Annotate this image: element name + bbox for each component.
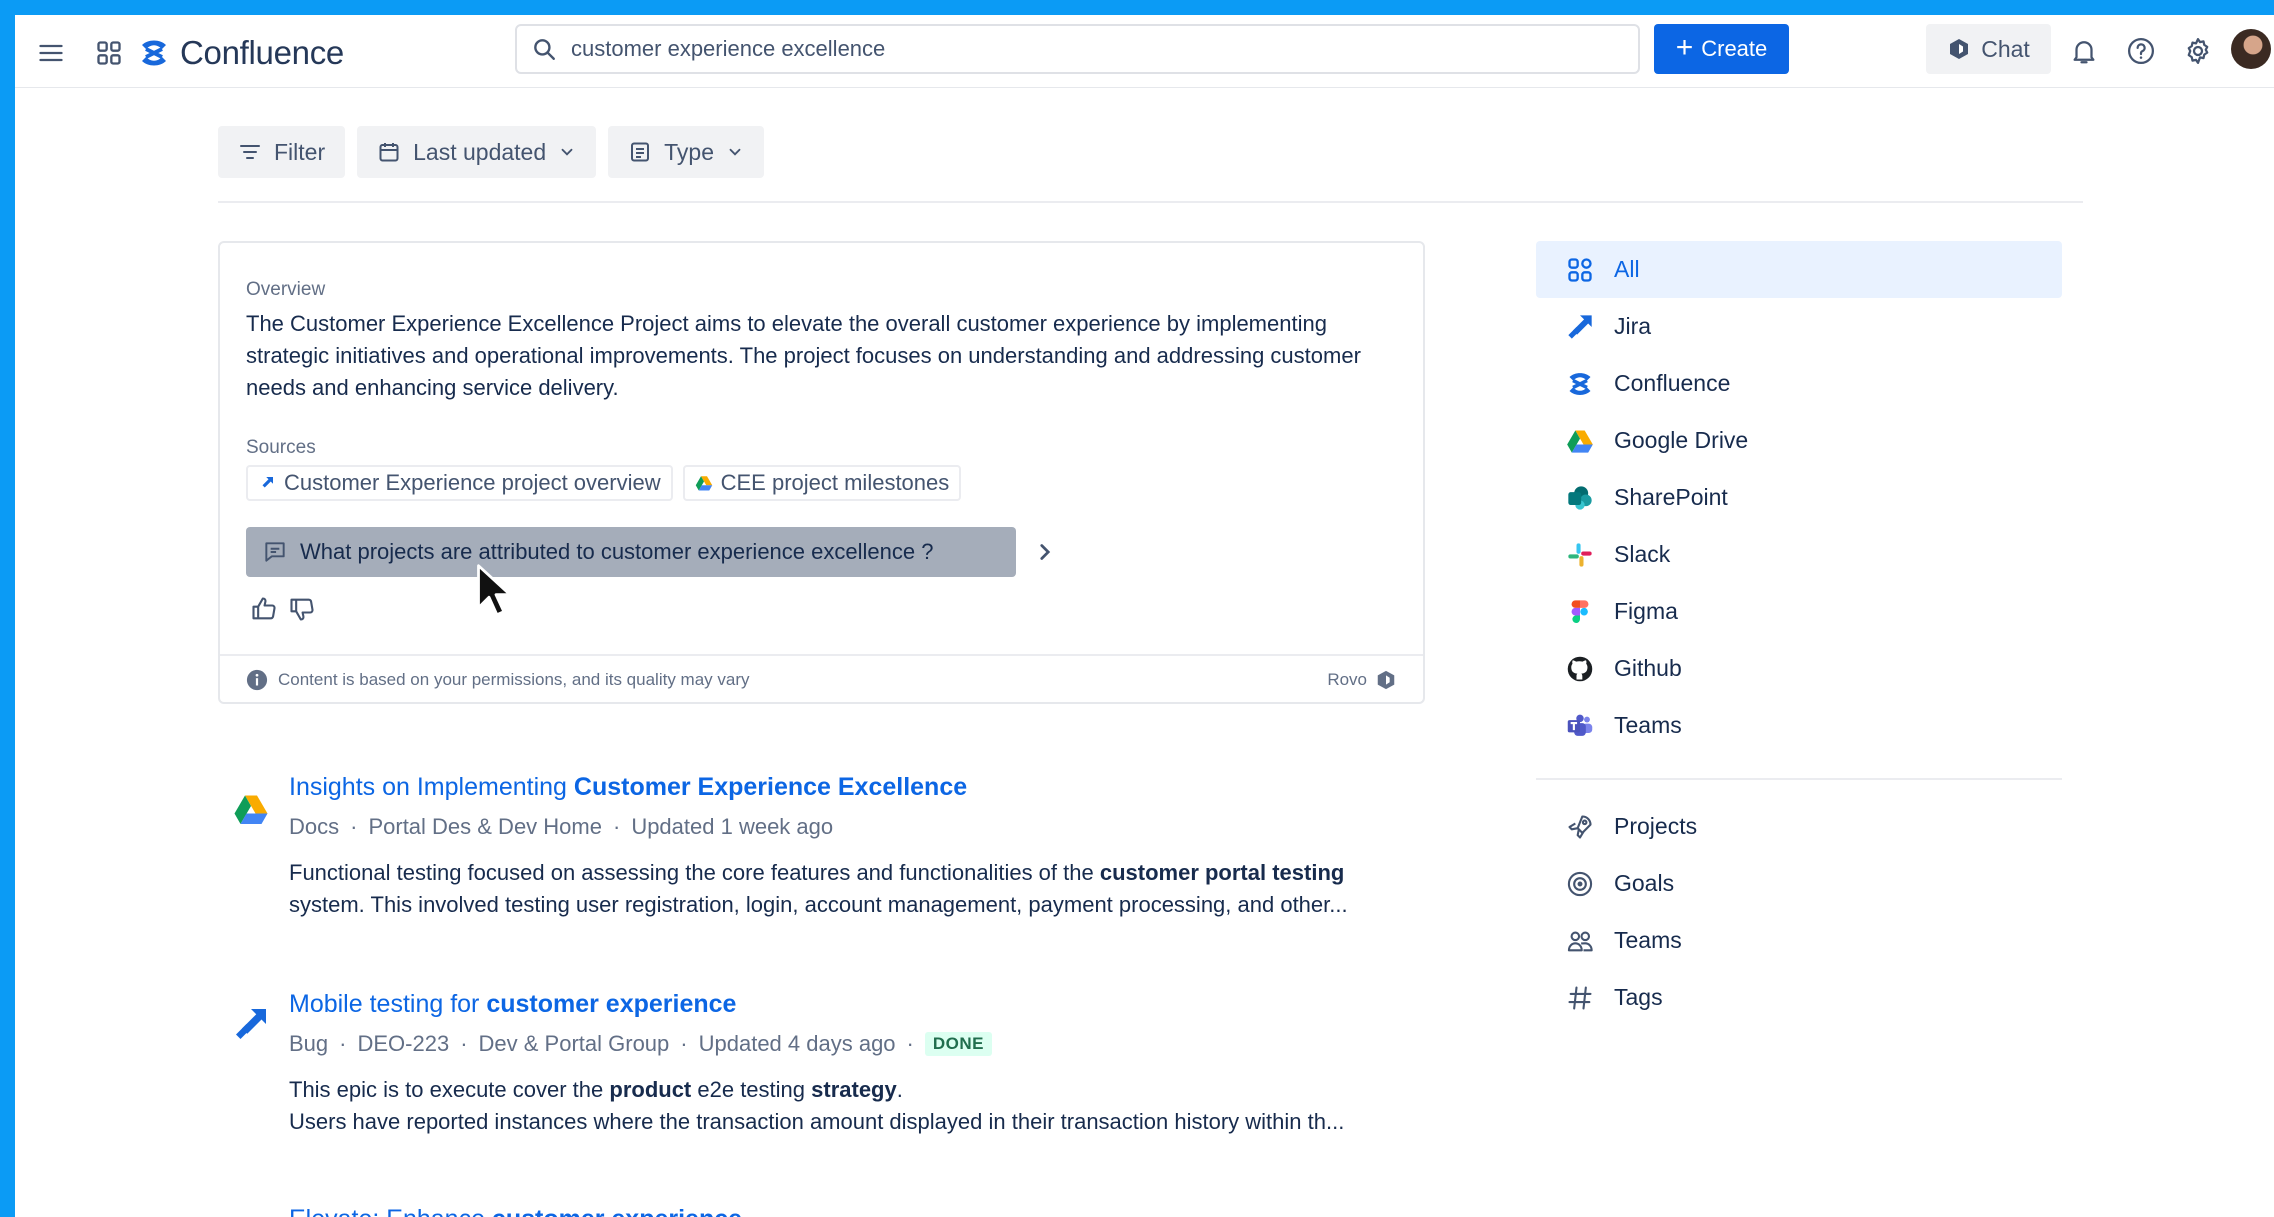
sidebar-item-figma[interactable]: Figma [1536, 583, 2062, 640]
jira-icon [1568, 314, 1592, 339]
jira-icon [236, 1009, 266, 1039]
target-icon [1567, 871, 1593, 896]
sidebar-divider [1536, 778, 2062, 780]
figma-icon [1571, 599, 1589, 623]
all-apps-icon [1568, 257, 1592, 282]
search-result: Mobile testing for customer experience B… [233, 990, 1433, 1150]
rovo-attribution: Rovo [1327, 669, 1397, 691]
sharepoint-icon [1568, 485, 1592, 510]
rovo-icon [1950, 39, 1969, 59]
search-result: Insights on Implementing Customer Experi… [233, 773, 1433, 933]
source-filter-sidebar: All Jira Confluence Google Drive SharePo… [1536, 241, 2062, 1026]
mouse-cursor-icon [477, 564, 512, 617]
jira-icon [262, 477, 273, 488]
sources-list: Customer Experience project overview CEE… [246, 465, 962, 501]
app-switcher-icon[interactable] [93, 37, 125, 69]
hamburger-menu-icon[interactable] [35, 37, 67, 69]
permissions-note: Content is based on your permissions, an… [278, 670, 750, 689]
thumbs-up-icon[interactable] [250, 595, 278, 623]
sidebar-item-slack[interactable]: Slack [1536, 526, 2062, 583]
search-icon [534, 39, 555, 60]
help-icon[interactable] [2123, 33, 2159, 69]
overview-footer: Content is based on your permissions, an… [220, 654, 1423, 704]
calendar-icon [379, 143, 399, 162]
create-button[interactable]: + Create [1654, 24, 1789, 74]
ai-overview-card: Overview The Customer Experience Excelle… [218, 241, 1425, 704]
result-title-link[interactable]: Mobile testing for customer experience [289, 990, 736, 1019]
filter-divider [218, 201, 2083, 203]
sidebar-item-google-drive[interactable]: Google Drive [1536, 412, 2062, 469]
search-input[interactable] [571, 36, 1571, 62]
type-dropdown[interactable]: Type [608, 126, 765, 178]
github-icon [1567, 656, 1593, 681]
filter-bar: Filter Last updated Type [218, 126, 765, 178]
top-navigation: Confluence + Create Chat [15, 15, 2274, 88]
sidebar-item-teams-app[interactable]: Teams [1536, 697, 2062, 754]
sidebar-item-github[interactable]: Github [1536, 640, 2062, 697]
chat-button[interactable]: Chat [1926, 24, 2051, 74]
chevron-down-icon [729, 148, 741, 156]
confluence-home-link[interactable]: Confluence [138, 34, 344, 71]
user-avatar[interactable] [2231, 29, 2271, 69]
result-meta: Docs · Portal Des & Dev Home · Updated 1 w… [289, 814, 834, 839]
result-snippet: Functional testing focused on assessing … [289, 860, 1348, 917]
hashtag-icon [1568, 985, 1592, 1010]
suggested-question-button[interactable]: What projects are attributed to customer… [246, 527, 1016, 577]
slack-icon [1568, 542, 1592, 567]
people-icon [1567, 931, 1593, 951]
chat-bubble-icon [265, 542, 285, 562]
sidebar-item-confluence[interactable]: Confluence [1536, 355, 2062, 412]
search-bar[interactable] [515, 24, 1640, 74]
filter-icon [240, 145, 260, 159]
app-window: Confluence + Create Chat Filter [15, 15, 2274, 1217]
source-chip[interactable]: CEE project milestones [682, 465, 962, 501]
settings-gear-icon[interactable] [2180, 33, 2216, 69]
app-name: Confluence [180, 34, 344, 71]
sidebar-item-all[interactable]: All [1536, 241, 2062, 298]
microsoft-teams-icon [1567, 714, 1593, 736]
document-type-icon [631, 142, 650, 162]
rovo-icon [1377, 670, 1395, 690]
plus-icon: + [1675, 30, 1694, 64]
confluence-logo-icon [142, 40, 166, 66]
filter-button[interactable]: Filter [218, 126, 346, 178]
sidebar-item-tags[interactable]: Tags [1536, 969, 2062, 1026]
overview-text: The Customer Experience Excellence Proje… [246, 311, 1361, 400]
result-title-link[interactable]: Elevate: Enhance customer experience [289, 1205, 742, 1217]
sidebar-item-sharepoint[interactable]: SharePoint [1536, 469, 2062, 526]
sidebar-item-jira[interactable]: Jira [1536, 298, 2062, 355]
last-updated-dropdown[interactable]: Last updated [357, 126, 597, 178]
sidebar-item-teams[interactable]: Teams [1536, 912, 2062, 969]
google-drive-icon [1567, 430, 1593, 453]
notifications-bell-icon[interactable] [2066, 33, 2102, 69]
thumbs-down-icon[interactable] [288, 595, 316, 623]
chevron-right-icon[interactable] [1032, 539, 1058, 565]
google-drive-icon [234, 795, 268, 824]
overview-label: Overview [246, 279, 326, 300]
confluence-icon [1569, 372, 1591, 395]
sidebar-item-goals[interactable]: Goals [1536, 855, 2062, 912]
info-icon [246, 669, 268, 691]
page-icon [233, 1213, 269, 1217]
sidebar-item-projects[interactable]: Projects [1536, 798, 2062, 855]
result-title-link[interactable]: Insights on Implementing Customer Experi… [289, 773, 967, 802]
result-snippet: This epic is to execute cover the produc… [289, 1077, 1345, 1134]
result-meta: Bug · DEO-223 · Dev & Portal Group · Update… [289, 1031, 992, 1057]
google-drive-icon [695, 476, 712, 491]
search-result: Elevate: Enhance customer experience [233, 1205, 1433, 1217]
chevron-down-icon [561, 148, 573, 156]
rocket-icon [1568, 814, 1592, 839]
status-badge: DONE [924, 1032, 992, 1056]
source-chip[interactable]: Customer Experience project overview [246, 465, 673, 501]
sources-label: Sources [246, 437, 316, 458]
